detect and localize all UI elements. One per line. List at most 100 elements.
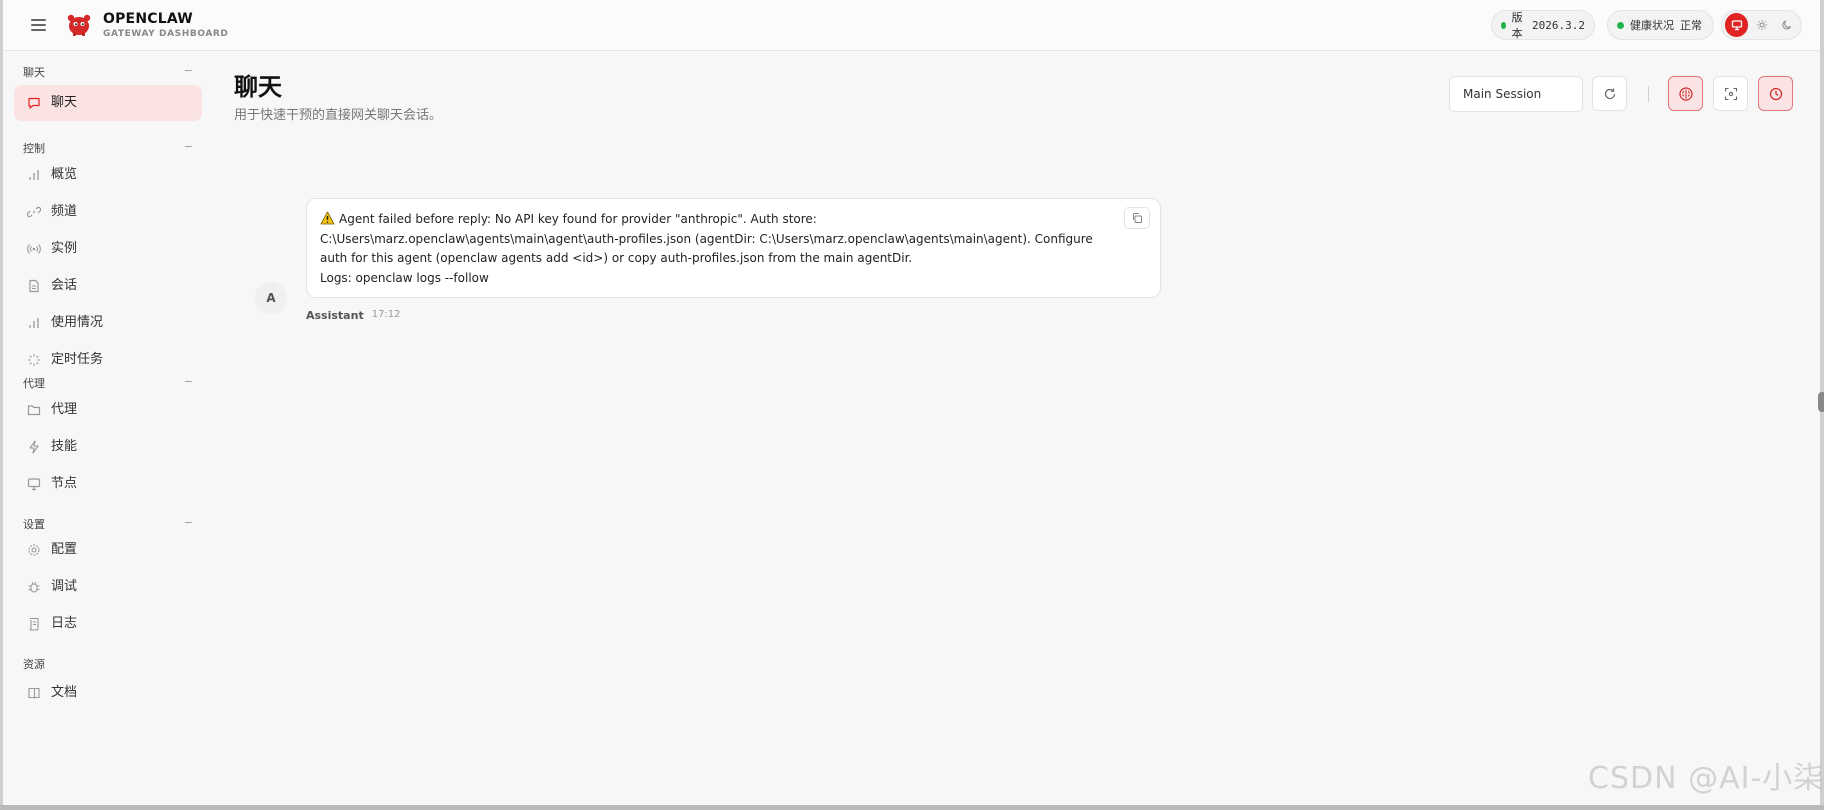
sidebar-item-agents[interactable]: 代理 <box>14 392 202 428</box>
theme-dark-button[interactable] <box>1776 13 1799 37</box>
history-button[interactable] <box>1758 76 1793 111</box>
bar-chart-icon <box>27 316 41 330</box>
sidebar-item-label: 节点 <box>51 476 78 491</box>
group-collapse-button[interactable]: − <box>184 375 193 391</box>
sidebar-group-resources: 资源 <box>23 656 193 672</box>
main-content: 聊天 用于快速干预的直接网关聊天会话。 Main Session A Agent… <box>211 51 1820 805</box>
bug-icon <box>27 580 41 594</box>
book-icon <box>27 686 41 700</box>
warning-icon <box>320 211 335 225</box>
loader-icon <box>27 353 41 367</box>
sidebar-item-instances[interactable]: 实例 <box>14 231 202 267</box>
sidebar-item-debug[interactable]: 调试 <box>14 569 202 605</box>
sidebar-item-overview[interactable]: 概览 <box>14 157 202 193</box>
sidebar-item-skills[interactable]: 技能 <box>14 429 202 465</box>
document-icon <box>27 279 41 293</box>
link-icon <box>27 205 41 219</box>
sidebar-item-label: 实例 <box>51 241 78 256</box>
sidebar: 聊天 − 聊天 控制 − 概览 频道 实例 会话 使用情况 定时任务 代理 − … <box>3 51 211 805</box>
group-label: 设置 <box>23 518 45 531</box>
sidebar-item-label: 频道 <box>51 204 78 219</box>
brand-subtitle: GATEWAY DASHBOARD <box>103 29 229 39</box>
message-log-line: Logs: openclaw logs --follow <box>320 270 489 285</box>
group-label: 聊天 <box>23 66 45 79</box>
group-label: 控制 <box>23 142 45 155</box>
health-label: 健康状况 <box>1630 19 1674 32</box>
message-sender: Assistant <box>306 309 364 322</box>
top-bar: OPENCLAW GATEWAY DASHBOARD 版本 2026.3.2 健… <box>3 0 1820 51</box>
message-text: Agent failed before reply: No API key fo… <box>320 212 1093 265</box>
hamburger-menu-button[interactable] <box>27 14 51 36</box>
refresh-button[interactable] <box>1592 76 1627 111</box>
sidebar-group-settings: 设置 − <box>23 516 193 532</box>
folder-icon <box>27 403 41 417</box>
sidebar-item-label: 使用情况 <box>51 315 104 330</box>
sidebar-group-agents: 代理 − <box>23 375 193 391</box>
sidebar-item-logs[interactable]: 日志 <box>14 606 202 642</box>
page-subtitle: 用于快速干预的直接网关聊天会话。 <box>234 108 443 123</box>
chat-bubble-icon <box>27 96 41 110</box>
refresh-icon <box>1604 88 1615 99</box>
sidebar-item-config[interactable]: 配置 <box>14 532 202 568</box>
health-status-dot <box>1617 21 1624 29</box>
sidebar-group-control: 控制 − <box>23 140 193 156</box>
group-collapse-button[interactable]: − <box>184 516 193 532</box>
message-meta: Assistant 17:12 <box>306 309 401 322</box>
group-label: 资源 <box>23 658 45 671</box>
version-label: 版本 <box>1511 11 1523 40</box>
sidebar-group-chat: 聊天 − <box>23 64 193 80</box>
thinking-toggle-button[interactable] <box>1668 76 1703 111</box>
sidebar-item-label: 概览 <box>51 167 78 182</box>
sidebar-item-label: 日志 <box>51 616 78 631</box>
theme-system-button[interactable] <box>1725 13 1749 37</box>
bar-chart-icon <box>27 168 41 182</box>
sidebar-item-sessions[interactable]: 会话 <box>14 268 202 304</box>
focus-mode-button[interactable] <box>1713 76 1748 111</box>
broadcast-icon <box>27 242 41 256</box>
brain-icon <box>1678 86 1693 101</box>
brand-title: OPENCLAW <box>103 11 193 27</box>
health-pill: 健康状况 正常 <box>1607 10 1714 40</box>
sidebar-item-label: 文档 <box>51 685 78 700</box>
watermark: CSDN @AI-小柒 <box>1588 761 1824 796</box>
version-status-dot <box>1501 21 1506 29</box>
theme-light-button[interactable] <box>1750 13 1773 37</box>
scroll-icon <box>27 617 41 631</box>
version-value: 2026.3.2 <box>1532 18 1585 32</box>
scrollbar-handle[interactable] <box>1818 392 1824 412</box>
sidebar-item-label: 技能 <box>51 439 78 454</box>
message-bubble: Agent failed before reply: No API key fo… <box>306 198 1161 298</box>
monitor-icon <box>27 477 41 491</box>
copy-icon <box>1133 213 1142 223</box>
focus-icon <box>1724 87 1737 100</box>
message-time: 17:12 <box>371 309 401 320</box>
toolbar-divider <box>1648 86 1649 102</box>
sidebar-item-label: 定时任务 <box>51 352 104 367</box>
theme-switcher <box>1721 10 1802 40</box>
sun-icon <box>1756 20 1767 30</box>
app-window: OPENCLAW GATEWAY DASHBOARD 版本 2026.3.2 健… <box>0 0 1824 810</box>
gear-icon <box>27 543 41 557</box>
copy-message-button[interactable] <box>1124 207 1150 229</box>
sidebar-item-label: 会话 <box>51 278 78 293</box>
sidebar-item-channels[interactable]: 频道 <box>14 194 202 230</box>
monitor-icon <box>1731 20 1742 31</box>
sidebar-item-docs[interactable]: 文档 <box>14 675 202 711</box>
sidebar-item-chat[interactable]: 聊天 <box>14 85 202 121</box>
sidebar-item-label: 配置 <box>51 542 78 557</box>
moon-icon <box>1782 20 1792 30</box>
group-collapse-button[interactable]: − <box>184 64 193 80</box>
lightning-icon <box>27 440 41 454</box>
clock-icon <box>1769 87 1782 100</box>
window-edge-bottom <box>0 805 1824 810</box>
session-select[interactable]: Main Session <box>1449 76 1583 112</box>
sidebar-item-nodes[interactable]: 节点 <box>14 466 202 502</box>
sidebar-item-cron-jobs[interactable]: 定时任务 <box>14 342 202 378</box>
group-label: 代理 <box>23 377 45 390</box>
health-value: 正常 <box>1680 19 1702 32</box>
sidebar-item-usage[interactable]: 使用情况 <box>14 305 202 341</box>
version-pill: 版本 2026.3.2 <box>1491 10 1595 40</box>
group-collapse-button[interactable]: − <box>184 140 193 156</box>
sidebar-item-label: 调试 <box>51 579 78 594</box>
page-title: 聊天 <box>234 73 282 101</box>
